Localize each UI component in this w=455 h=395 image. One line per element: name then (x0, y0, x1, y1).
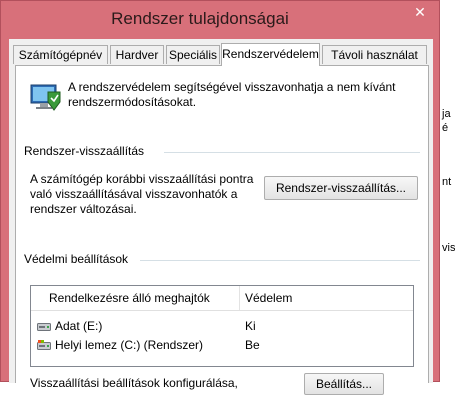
restore-group-heading: Rendszer-visszaállítás (24, 144, 145, 158)
system-properties-window: Rendszer tulajdonságai ✕ Számítógépnév H… (0, 0, 440, 395)
drive-list-header: Rendelkezésre álló meghajtók Védelem (31, 286, 413, 311)
restore-group-divider (164, 152, 420, 153)
tab-system-protection[interactable]: Rendszervédelem (221, 43, 320, 66)
background-text-fragment: é (442, 122, 449, 134)
intro-text: A rendszervédelem segítségével visszavon… (68, 80, 396, 109)
restore-description: A számítógép korábbi visszaállítási pont… (30, 172, 254, 216)
drive-icon (37, 323, 51, 331)
dialog-client-area: Számítógépnév Hardver Speciális Rendszer… (9, 39, 433, 395)
title-bar[interactable]: Rendszer tulajdonságai ✕ (1, 1, 439, 39)
protection-group-divider (140, 260, 420, 261)
background-text-fragment: ja (442, 108, 451, 120)
system-protection-panel: A rendszervédelem segítségével visszavon… (15, 65, 429, 395)
system-drive-icon (37, 340, 51, 350)
list-item[interactable]: Adat (E:) Ki (31, 318, 413, 335)
close-button[interactable]: ✕ (401, 1, 439, 23)
column-header-drives[interactable]: Rendelkezésre álló meghajtók (49, 291, 210, 305)
tab-computer-name[interactable]: Számítógépnév (13, 45, 108, 64)
config-description: Visszaállítási beállítások konfigurálása… (30, 376, 238, 390)
system-protection-icon (30, 84, 61, 111)
drive-list[interactable]: Rendelkezésre álló meghajtók Védelem Ada… (30, 285, 414, 367)
drive-name: Adat (E:) (55, 319, 103, 333)
protection-group-heading: Védelmi beállítások (24, 252, 129, 266)
configure-button[interactable]: Beállítás... (304, 373, 384, 395)
list-item[interactable]: Helyi lemez (C:) (Rendszer) Be (31, 337, 413, 354)
column-separator[interactable] (239, 286, 240, 310)
drive-name: Helyi lemez (C:) (Rendszer) (55, 338, 204, 352)
tab-remote[interactable]: Távoli használat (322, 45, 427, 64)
column-header-protection[interactable]: Védelem (245, 291, 292, 305)
close-icon: ✕ (414, 4, 426, 20)
system-restore-button[interactable]: Rendszer-visszaállítás... (264, 176, 418, 200)
protection-state: Ki (245, 319, 256, 333)
background-text-fragment: vis (442, 242, 455, 254)
tab-advanced[interactable]: Speciális (166, 45, 220, 64)
background-text-fragment: nt (442, 176, 452, 188)
protection-state: Be (245, 338, 260, 352)
tab-hardware[interactable]: Hardver (110, 45, 164, 64)
window-title: Rendszer tulajdonságai (111, 9, 289, 28)
